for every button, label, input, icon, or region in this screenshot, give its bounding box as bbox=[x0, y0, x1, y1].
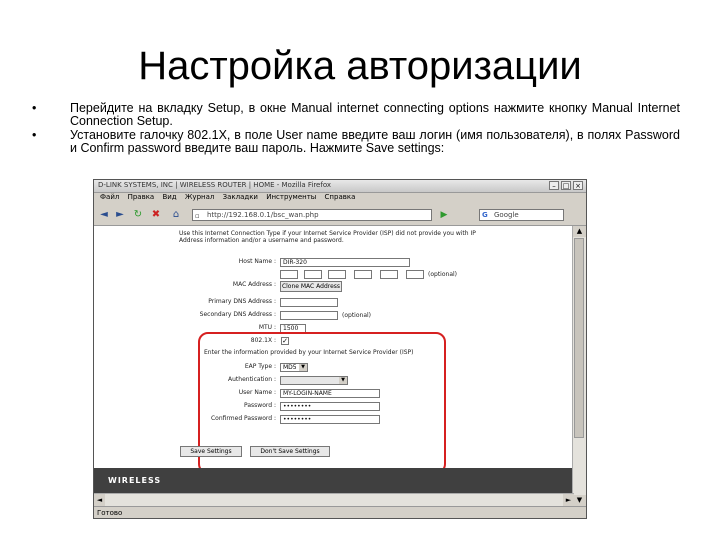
menu-history[interactable]: Журнал bbox=[185, 193, 214, 201]
stop-icon[interactable]: ✖ bbox=[150, 209, 162, 221]
bullet-item: • Установите галочку 802.1X, в поле User… bbox=[32, 128, 680, 155]
slide-title: Настройка авторизации bbox=[138, 44, 582, 88]
horizontal-scrollbar[interactable]: ◄ ► bbox=[94, 493, 574, 507]
window-titlebar: D-LINK SYSTEMS, INC | WIRELESS ROUTER | … bbox=[94, 180, 586, 193]
optional-note: (optional) bbox=[342, 312, 371, 319]
browser-screenshot: D-LINK SYSTEMS, INC | WIRELESS ROUTER | … bbox=[93, 179, 587, 519]
close-button[interactable]: × bbox=[573, 181, 583, 190]
mac-octet-3[interactable] bbox=[328, 270, 346, 279]
menu-bar: Файл Правка Вид Журнал Закладки Инструме… bbox=[94, 193, 586, 204]
secondary-dns-label: Secondary DNS Address : bbox=[199, 311, 276, 318]
save-settings-button[interactable]: Save Settings bbox=[180, 446, 242, 457]
maximize-button[interactable]: □ bbox=[561, 181, 571, 190]
mac-octet-2[interactable] bbox=[304, 270, 322, 279]
window-title: D-LINK SYSTEMS, INC | WIRELESS ROUTER | … bbox=[98, 181, 332, 189]
navigation-toolbar: ◄ ► ↻ ✖ ⌂ ▫ http://192.168.0.1/bsc_wan.p… bbox=[94, 205, 586, 226]
host-name-field[interactable]: DIR-320 bbox=[280, 258, 410, 267]
bullet-list: • Перейдите на вкладку Setup, в окне Manu… bbox=[30, 102, 680, 156]
page-content: Use this Internet Connection Type if you… bbox=[94, 226, 574, 506]
scroll-thumb[interactable] bbox=[574, 238, 584, 438]
primary-dns-label: Primary DNS Address : bbox=[208, 298, 276, 305]
mac-address-label: MAC Address : bbox=[232, 281, 276, 288]
scroll-up-icon[interactable]: ▲ bbox=[573, 226, 586, 237]
menu-help[interactable]: Справка bbox=[325, 193, 356, 201]
minimize-button[interactable]: – bbox=[549, 181, 559, 190]
mtu-label: MTU : bbox=[258, 324, 276, 331]
clone-mac-button[interactable]: Clone MAC Address bbox=[280, 281, 342, 292]
google-search-icon: G bbox=[482, 211, 488, 219]
search-input[interactable]: G Google bbox=[479, 209, 564, 221]
address-bar[interactable]: ▫ http://192.168.0.1/bsc_wan.php bbox=[192, 209, 432, 221]
back-arrow-icon[interactable]: ◄ bbox=[98, 209, 110, 221]
home-icon[interactable]: ⌂ bbox=[170, 209, 182, 221]
menu-edit[interactable]: Правка bbox=[128, 193, 155, 201]
footer-banner: WIRELESS bbox=[94, 468, 574, 495]
go-arrow-icon[interactable]: ▶ bbox=[438, 209, 450, 221]
primary-dns-field[interactable] bbox=[280, 298, 338, 307]
mac-octet-1[interactable] bbox=[280, 270, 298, 279]
vertical-scrollbar[interactable]: ▲ ▼ bbox=[572, 226, 586, 506]
dont-save-settings-button[interactable]: Don't Save Settings bbox=[250, 446, 330, 457]
bullet-item: • Перейдите на вкладку Setup, в окне Manu… bbox=[32, 101, 680, 128]
mac-octet-6[interactable] bbox=[406, 270, 424, 279]
mac-octet-4[interactable] bbox=[354, 270, 372, 279]
secondary-dns-field[interactable] bbox=[280, 311, 338, 320]
scroll-down-icon[interactable]: ▼ bbox=[573, 495, 586, 506]
mac-octet-5[interactable] bbox=[380, 270, 398, 279]
reload-icon[interactable]: ↻ bbox=[132, 209, 144, 221]
wireless-logo: WIRELESS bbox=[108, 476, 162, 485]
optional-note: (optional) bbox=[428, 271, 457, 278]
forward-arrow-icon[interactable]: ► bbox=[114, 209, 126, 221]
menu-tools[interactable]: Инструменты bbox=[266, 193, 316, 201]
page-icon: ▫ bbox=[195, 212, 200, 220]
menu-view[interactable]: Вид bbox=[162, 193, 176, 201]
menu-bookmarks[interactable]: Закладки bbox=[223, 193, 258, 201]
host-name-label: Host Name : bbox=[238, 258, 276, 265]
status-bar: Готово bbox=[94, 506, 586, 518]
menu-file[interactable]: Файл bbox=[100, 193, 119, 201]
